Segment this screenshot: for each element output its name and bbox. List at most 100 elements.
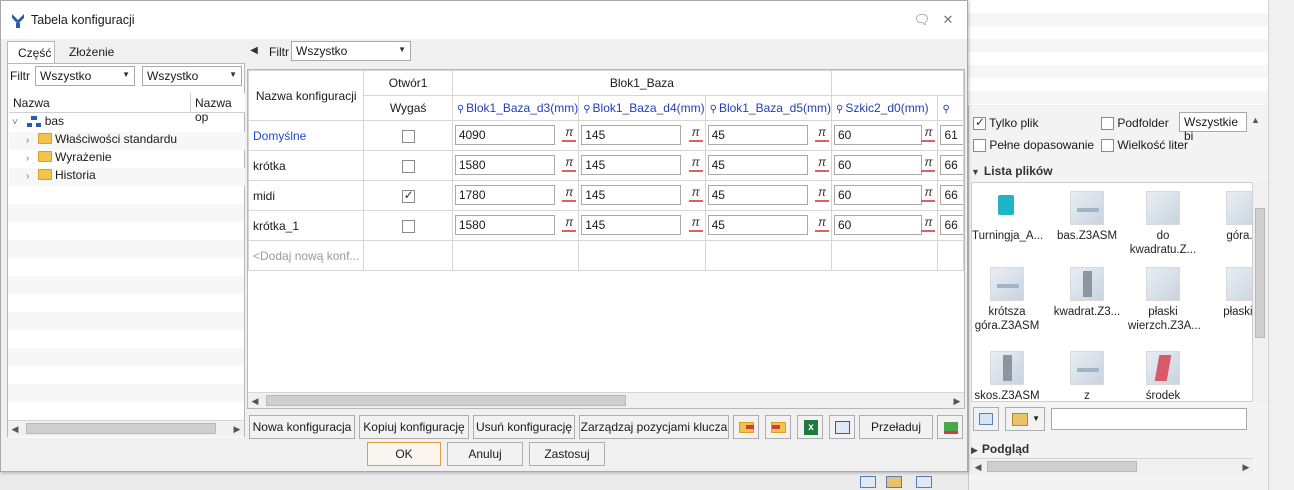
scroll-up-icon[interactable]: ▲ [1251, 115, 1260, 125]
file-list-scrollbar[interactable] [1253, 182, 1267, 402]
header-param-more[interactable]: ⚲ [937, 95, 964, 121]
value-cell[interactable]: 60 π [830, 210, 939, 241]
value-cell[interactable]: 45 π [704, 180, 833, 211]
tree-item-standard-properties[interactable]: › Właściwości standardu [9, 132, 245, 150]
left-filter-combo-1[interactable]: Wszystko ▼ [35, 66, 135, 86]
file-search-input[interactable] [1051, 408, 1247, 430]
pi-icon[interactable]: π [688, 155, 703, 172]
value-cell[interactable]: 60 π [830, 120, 939, 151]
pi-icon[interactable]: π [562, 125, 577, 142]
preview-scrollbar[interactable]: ◀ ▶ [971, 458, 1253, 474]
config-name-cell[interactable]: krótka_1 [248, 210, 365, 241]
tab-part[interactable]: Część [7, 41, 55, 64]
suppress-checkbox[interactable] [401, 129, 415, 143]
table-row[interactable]: krótka 1580 π 145 π 45 π 60 π 66 [248, 150, 964, 181]
config-name-cell[interactable]: Domyślne [248, 120, 365, 151]
value-input[interactable]: 66 [940, 185, 963, 205]
export-button[interactable] [765, 415, 791, 439]
value-cell[interactable]: 1780 π [451, 180, 580, 211]
grid-hscrollbar[interactable]: ◀ ▶ [248, 392, 964, 408]
value-cell[interactable]: 45 π [704, 120, 833, 151]
header-suppress[interactable]: Wygaś [363, 95, 453, 121]
pi-icon[interactable]: π [688, 125, 703, 142]
subfolder-checkbox[interactable] [1101, 117, 1114, 131]
header-param-d3[interactable]: ⚲ Blok1_Baza_d3(mm) [451, 95, 580, 121]
pi-icon[interactable]: π [921, 215, 936, 232]
value-input[interactable]: 66 [940, 215, 963, 235]
chevron-down-icon[interactable]: ˅ [12, 117, 24, 128]
value-cell[interactable]: 61 [937, 120, 964, 151]
value-cell[interactable]: 145 π [578, 180, 706, 211]
subfolder-option[interactable]: Podfolder [1101, 116, 1169, 131]
suppress-checkbox[interactable] [401, 159, 415, 173]
value-cell[interactable]: 60 π [830, 150, 939, 181]
value-input[interactable]: 1580 [454, 215, 555, 235]
header-param-d4[interactable]: ⚲ Blok1_Baza_d4(mm) [578, 95, 706, 121]
value-input[interactable]: 145 [581, 155, 682, 175]
copy-config-button[interactable]: Kopiuj konfigurację [359, 415, 469, 439]
view-mode-dropdown[interactable]: ▼ [1005, 407, 1045, 431]
suppress-checkbox[interactable] [401, 188, 415, 203]
value-cell[interactable]: 4090 π [451, 120, 580, 151]
value-input[interactable]: 4090 [454, 125, 555, 145]
value-input[interactable]: 145 [581, 215, 682, 235]
table-row[interactable]: krótka_1 1580 π 145 π 45 π 60 π 66 [248, 210, 964, 241]
case-checkbox[interactable] [1101, 139, 1114, 153]
type-filter-combo[interactable]: Wszystkie bi [1179, 112, 1247, 143]
value-cell[interactable]: 66 [937, 150, 964, 181]
value-cell[interactable]: 45 π [704, 150, 833, 181]
pi-icon[interactable]: π [562, 215, 577, 232]
value-cell[interactable]: 66 [937, 180, 964, 211]
table-row[interactable]: midi 1780π 145π 45 π 60π 66 [248, 180, 964, 211]
chevron-right-icon[interactable]: › [26, 135, 38, 146]
pi-icon[interactable]: π [688, 215, 703, 232]
scrollbar-thumb[interactable] [1255, 208, 1265, 338]
value-cell[interactable]: 145 π [578, 150, 706, 181]
value-cell[interactable]: 60 π [830, 180, 939, 211]
left-filter-combo-2[interactable]: Wszystko ▼ [142, 66, 242, 86]
close-icon[interactable]: ✕ [939, 11, 957, 29]
scrollbar-thumb[interactable] [987, 461, 1137, 472]
new-config-button[interactable]: Nowa konfiguracja [249, 415, 355, 439]
restore-icon[interactable]: 🗨 [913, 11, 931, 29]
grid-filter-combo[interactable]: Wszystko ▼ [291, 41, 411, 61]
value-cell[interactable]: 145 π [578, 210, 706, 241]
suppress-cell[interactable] [363, 120, 453, 151]
value-input[interactable]: 45 [707, 125, 808, 145]
cancel-button[interactable]: Anuluj [447, 442, 523, 466]
layout-icon[interactable] [886, 476, 902, 488]
tab-assembly[interactable]: Złożenie [59, 41, 129, 64]
file-item[interactable]: środek [1128, 351, 1198, 401]
import-button[interactable] [733, 415, 759, 439]
file-list-header[interactable]: ▼ Lista plików [971, 164, 1267, 182]
tree-item-history[interactable]: › Historia [9, 168, 245, 186]
pi-icon[interactable]: π [815, 155, 829, 172]
config-name-cell[interactable]: midi [248, 180, 365, 211]
header-param-szkic2-d0[interactable]: ⚲ Szkic2_d0(mm) [830, 95, 939, 121]
pi-icon[interactable]: π [815, 185, 829, 202]
file-item[interactable]: do kwadratu.Z... [1128, 191, 1198, 257]
header-param-d5[interactable]: ⚲ Blok1_Baza_d5(mm) [704, 95, 833, 121]
value-input[interactable]: 45 [707, 185, 808, 205]
tree-hscrollbar[interactable]: ◀ ▶ [8, 420, 244, 436]
case-option[interactable]: Wielkość liter [1101, 138, 1188, 153]
pi-icon[interactable]: π [815, 215, 829, 232]
table-settings-button[interactable] [829, 415, 855, 439]
tree-item-bas[interactable]: ˅ bas [9, 114, 245, 132]
pi-icon[interactable]: π [562, 185, 577, 202]
value-input[interactable]: 61 [940, 125, 963, 145]
scroll-right-icon[interactable]: ▶ [950, 393, 964, 408]
file-item[interactable]: płaski.Z [1208, 267, 1252, 319]
file-item[interactable]: z [1052, 351, 1122, 401]
tree-item-expression[interactable]: › Wyrażenie [9, 150, 245, 168]
add-config-row[interactable]: <Dodaj nową konf... [248, 240, 964, 271]
value-input[interactable]: 145 [581, 125, 682, 145]
suppress-cell[interactable] [363, 210, 453, 241]
chevron-right-icon[interactable]: › [26, 171, 38, 182]
layout-icon[interactable] [860, 476, 876, 488]
value-input[interactable]: 1580 [454, 155, 555, 175]
only-file-option[interactable]: Tylko plik [973, 115, 1038, 131]
file-item[interactable]: góra.Z [1208, 191, 1252, 243]
accept-button[interactable] [937, 415, 963, 439]
file-item[interactable]: krótsza góra.Z3ASM [972, 267, 1042, 333]
